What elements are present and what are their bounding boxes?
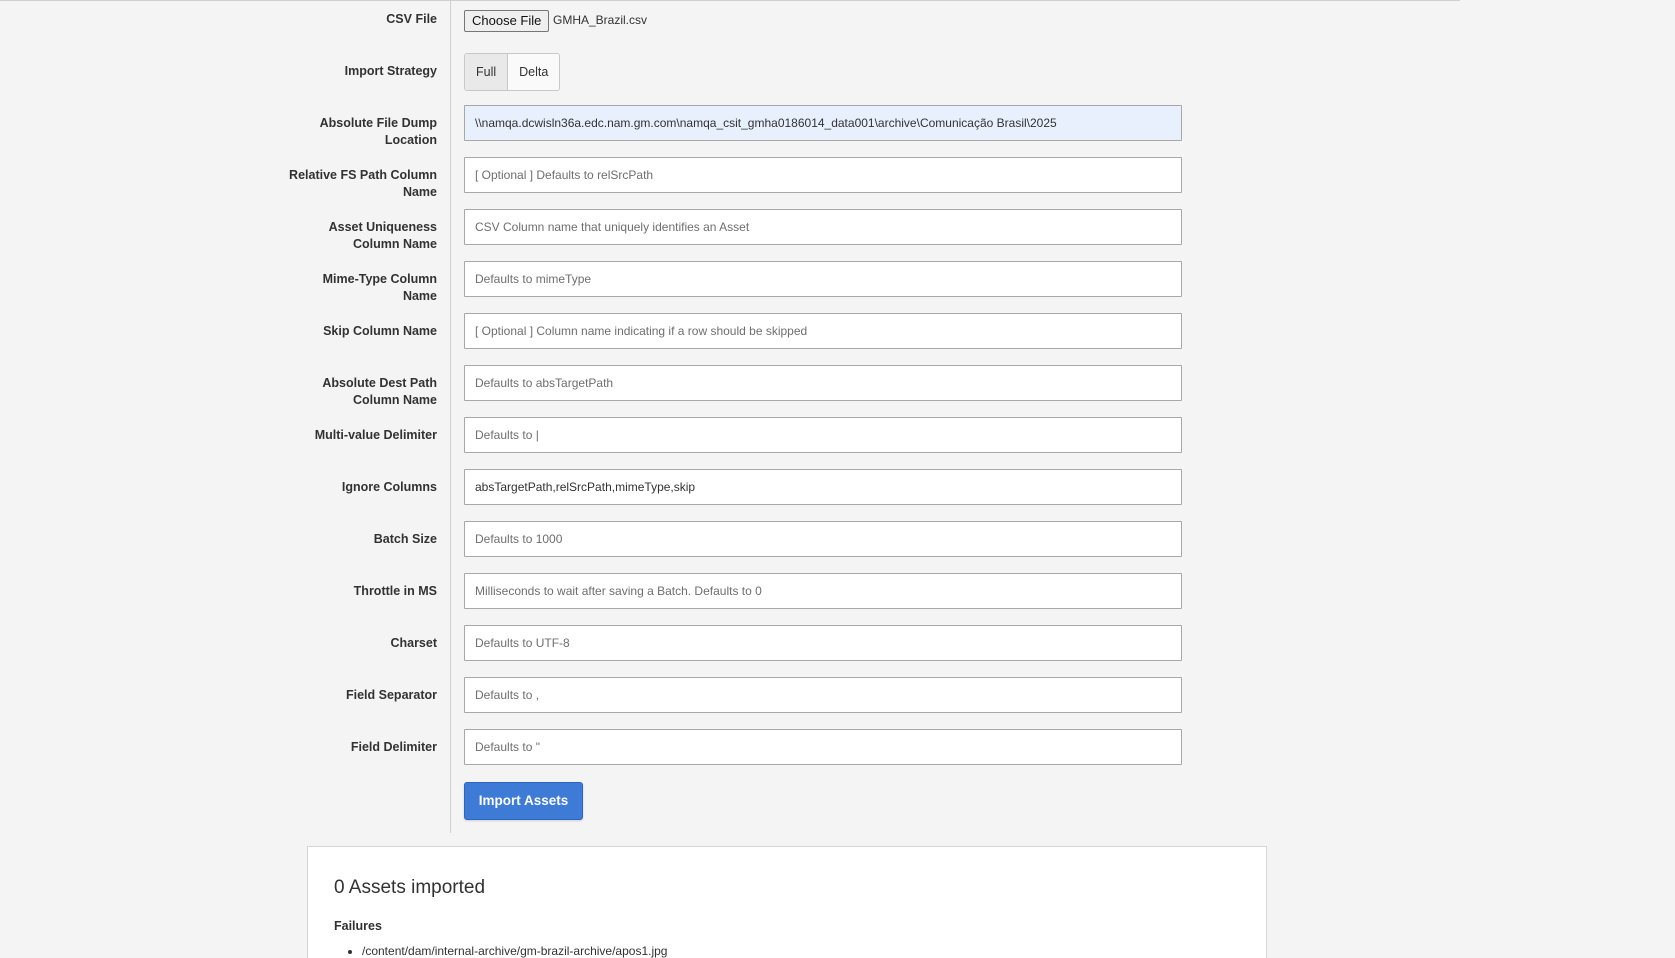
skip-column-label: Skip Column Name [323, 324, 437, 338]
top-border [0, 0, 1460, 1]
charset-input[interactable] [464, 625, 1182, 661]
absolute-dest-path-column-label: Absolute Dest Path Column Name [322, 376, 437, 407]
absolute-file-dump-location-label: Absolute File Dump Location [319, 116, 437, 147]
form-divider [450, 0, 451, 833]
charset-label: Charset [390, 636, 437, 650]
multi-value-delimiter-input[interactable] [464, 417, 1182, 453]
skip-column-input[interactable] [464, 313, 1182, 349]
results-panel: 0 Assets imported Failures /content/dam/… [307, 846, 1267, 958]
mime-type-column-label: Mime-Type Column Name [322, 272, 437, 303]
field-separator-input[interactable] [464, 677, 1182, 713]
asset-uniqueness-column-label: Asset Uniqueness Column Name [328, 220, 437, 251]
field-separator-label: Field Separator [346, 688, 437, 702]
csv-asset-importer-page: CSV File Choose File GMHA_Brazil.csv Imp… [0, 0, 1675, 958]
assets-imported-count: 0 Assets imported [334, 877, 486, 898]
failures-heading: Failures [334, 919, 382, 933]
ignore-columns-label: Ignore Columns [341, 480, 437, 494]
failure-item: /content/dam/internal-archive/gm-brazil-… [362, 943, 667, 958]
ignore-columns-input[interactable] [464, 469, 1182, 505]
asset-uniqueness-column-input[interactable] [464, 209, 1182, 245]
import-assets-button[interactable]: Import Assets [464, 782, 583, 820]
field-delimiter-input[interactable] [464, 729, 1182, 765]
multi-value-delimiter-label: Multi-value Delimiter [314, 428, 437, 442]
import-strategy-label: Import Strategy [344, 64, 437, 78]
strategy-full-option[interactable]: Full [465, 54, 509, 90]
csv-file-label: CSV File [386, 12, 437, 26]
failure-list: /content/dam/internal-archive/gm-brazil-… [334, 943, 667, 958]
choose-file-button[interactable]: Choose File [464, 10, 550, 32]
selected-file-name: GMHA_Brazil.csv [553, 13, 648, 27]
mime-type-column-input[interactable] [464, 261, 1182, 297]
strategy-delta-option[interactable]: Delta [508, 54, 560, 90]
throttle-label: Throttle in MS [353, 584, 437, 598]
throttle-input[interactable] [464, 573, 1182, 609]
batch-size-label: Batch Size [373, 532, 437, 546]
absolute-dest-path-column-input[interactable] [464, 365, 1182, 401]
absolute-file-dump-location-input[interactable] [464, 105, 1182, 141]
batch-size-input[interactable] [464, 521, 1182, 557]
import-strategy-toggle: Full Delta [464, 53, 561, 91]
relative-fs-path-column-input[interactable] [464, 157, 1182, 193]
relative-fs-path-column-label: Relative FS Path Column Name [289, 168, 437, 199]
field-delimiter-label: Field Delimiter [350, 740, 437, 754]
